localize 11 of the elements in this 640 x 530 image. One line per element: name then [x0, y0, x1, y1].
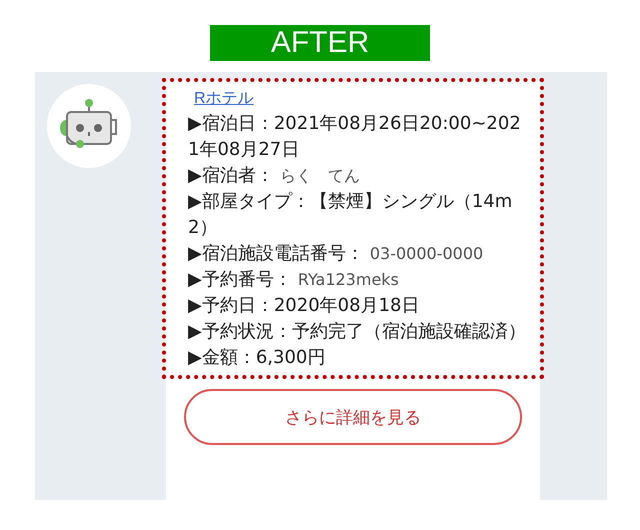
detail-line: ▶予約日：2020年08月18日 [188, 294, 420, 318]
detail-line: ▶宿泊日：2021年08月26日20:00~2021年08月27日 [188, 112, 522, 162]
detail-line: ▶予約状況：予約完了（宿泊施設確認済） [188, 320, 527, 344]
detail-line: ▶宿泊施設電話番号： 03-0000-0000 [188, 242, 484, 266]
detail-line: ▶予約番号： RYa123meks [188, 268, 400, 292]
after-banner: AFTER [210, 25, 430, 61]
more-details-button[interactable]: さらに詳細を見る [184, 389, 522, 445]
hotel-link[interactable]: Rホテル [194, 88, 254, 109]
detail-line: ▶宿泊者： らく てん [188, 164, 361, 188]
detail-line: ▶金額：6,300円 [188, 346, 326, 370]
detail-line: ▶部屋タイプ：【禁煙】シングル（14m2） [188, 190, 514, 240]
